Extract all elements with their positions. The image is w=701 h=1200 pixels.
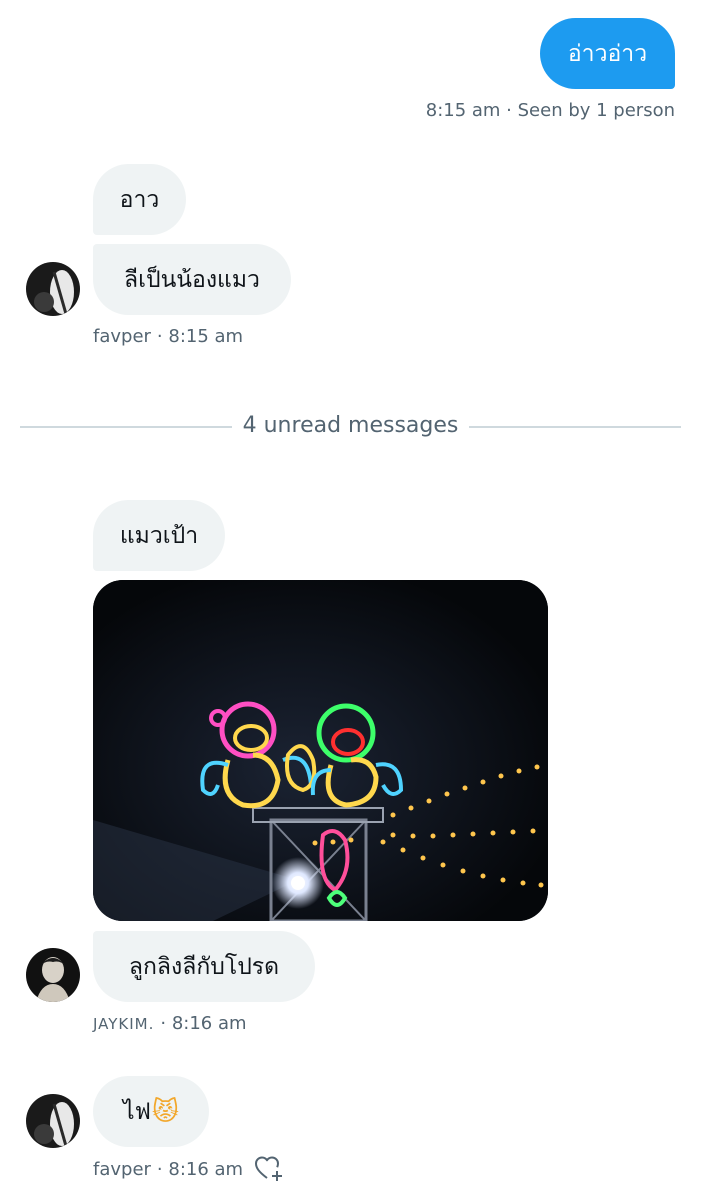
sent-message-meta: 8:15 am · Seen by 1 person (425, 100, 675, 121)
avatar-jaykim[interactable] (26, 948, 80, 1002)
pouting-cat-emoji: 😾 (151, 1096, 179, 1127)
received-message-bubble[interactable]: ลูกลิงลีกับโปรด (93, 931, 315, 1002)
avatar-favper[interactable] (26, 1094, 80, 1148)
message-text: ลูกลิงลีกับโปรด (128, 953, 280, 980)
divider-line-left (20, 426, 232, 428)
avatar-favper[interactable] (26, 262, 80, 316)
sent-message-bubble[interactable]: อ่าวอ่าว (540, 18, 675, 89)
message-text: แมวเป้า (119, 522, 199, 549)
unread-divider-label: 4 unread messages (242, 413, 459, 438)
author-name[interactable]: JAYKIM. (93, 1015, 154, 1033)
received-message-bubble[interactable]: อาว (93, 164, 186, 235)
received-message-bubble[interactable]: ลีเป็นน้องแมว (93, 244, 291, 315)
message-text: ลีเป็นน้องแมว (124, 266, 260, 293)
message-meta: favper · 8:15 am (93, 326, 243, 347)
message-photo[interactable] (93, 580, 548, 921)
message-meta: JAYKIM. · 8:16 am (93, 1013, 247, 1034)
timestamp: · 8:16 am (156, 1158, 244, 1180)
sent-message-text: อ่าวอ่าว (567, 40, 648, 67)
author-name[interactable]: favper (93, 1159, 151, 1180)
received-message-bubble[interactable]: แมวเป้า (93, 500, 225, 571)
timestamp: · 8:15 am (156, 326, 244, 347)
neon-monkeys-photo (93, 580, 548, 921)
divider-line-right (469, 426, 681, 428)
received-message-bubble[interactable]: ไฟ 😾 (93, 1076, 209, 1147)
message-text: อาว (119, 186, 160, 213)
author-name[interactable]: favper (93, 326, 151, 347)
heart-plus-icon[interactable] (255, 1156, 283, 1182)
message-meta: favper · 8:16 am (93, 1156, 283, 1182)
timestamp: · 8:16 am (160, 1013, 247, 1034)
message-text: ไฟ (123, 1098, 151, 1125)
